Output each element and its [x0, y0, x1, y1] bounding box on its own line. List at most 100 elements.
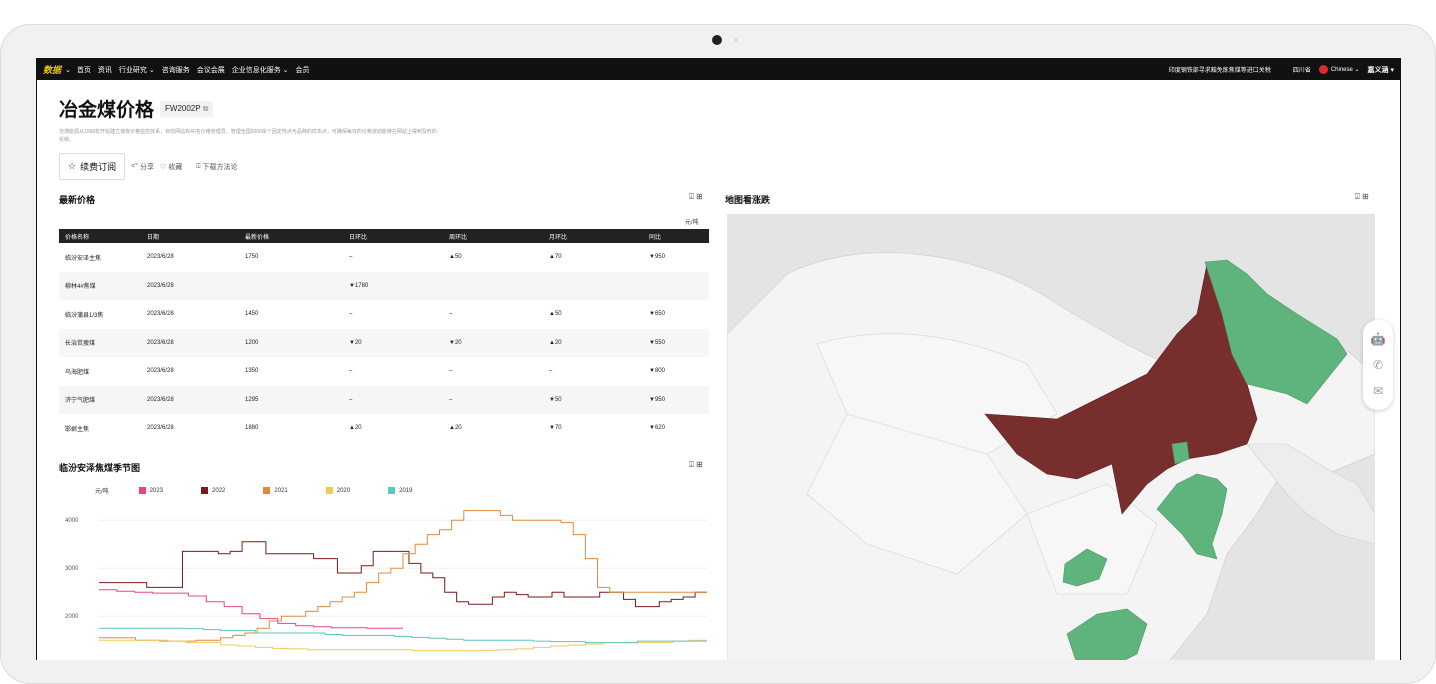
subscribe-label: 续费订阅 — [80, 162, 117, 172]
china-map[interactable] — [727, 214, 1375, 660]
table-row[interactable]: 临汾蒲县1/3焦 2023/6/28 1450 – – ▲50 ▼650 — [59, 300, 709, 329]
table-cell-month — [543, 271, 643, 300]
table-row[interactable]: 长治贫瘦煤 2023/6/28 1200 ▼20 ▼20 ▲20 ▼550 — [59, 328, 709, 357]
table-cell-date: 2023/6/28 — [141, 271, 239, 300]
table-cell-week: – — [449, 368, 453, 375]
download-methodology-button[interactable]: ⍗ 下载方法论 — [196, 162, 237, 172]
col-day[interactable]: 日环比 — [343, 229, 443, 243]
table-cell-date: 2023/6/28 — [141, 328, 239, 357]
table-cell-price: 1750 — [245, 254, 259, 261]
share-button[interactable]: <° 分享 — [131, 162, 154, 172]
map-title: 地图看涨跌 — [725, 195, 771, 205]
page-title: 冶金煤价格 — [59, 100, 155, 121]
flag-icon — [1318, 65, 1328, 74]
table-row[interactable]: 济宁气肥煤 2023/6/28 1295– – ▼50 ▼950 — [59, 385, 709, 414]
browser-screen: 数据 ⌄ 首页 资讯 行业研究 ⌄ 咨询服务 会议会展 企业信息化服务 ⌄ 会员… — [36, 58, 1401, 660]
table-header-row: 价格名称 日期 最新价格 日环比 周环比 月环比 同比 — [59, 229, 709, 243]
grid-icon[interactable]: ⊞ — [696, 192, 703, 201]
favorite-label: 收藏 — [168, 163, 183, 171]
download-label: 下载方法论 — [202, 163, 238, 171]
top-navigation: 数据 ⌄ 首页 资讯 行业研究 ⌄ 咨询服务 会议会展 企业信息化服务 ⌄ 会员… — [37, 59, 1400, 80]
table-cell-year — [643, 271, 709, 300]
nav-item-consulting[interactable]: 咨询服务 — [162, 65, 190, 75]
nav-item-home[interactable]: 首页 — [77, 65, 91, 75]
grid-icon[interactable]: ⊞ — [1362, 192, 1369, 201]
table-row[interactable]: 柳林4#焦煤 2023/6/28 ▼1780 — [59, 271, 709, 300]
table-cell-year: ▼650 — [649, 311, 665, 318]
nav-item-enterprise[interactable]: 企业信息化服务 ⌄ — [232, 65, 289, 75]
table-row[interactable]: 临汾安泽主焦 2023/6/28 1750 – ▲50 ▲70 ▼950 — [59, 243, 709, 272]
y-tick-label: 3000 — [65, 566, 79, 572]
col-week[interactable]: 周环比 — [443, 229, 543, 243]
y-tick-label: 4000 — [65, 518, 79, 524]
price-unit: 元/吨 — [685, 220, 699, 226]
export-icon[interactable]: ⍗ — [1355, 192, 1360, 201]
table-cell-date: 2023/6/28 — [141, 385, 239, 414]
table-cell-day: – — [349, 311, 353, 318]
export-icon[interactable]: ⍗ — [689, 192, 694, 201]
nav-item-research[interactable]: 行业研究 ⌄ — [119, 65, 155, 75]
map-tools: ⍗ ⊞ — [1355, 192, 1369, 202]
col-name[interactable]: 价格名称 — [59, 229, 141, 243]
series-line-2023[interactable] — [99, 589, 403, 629]
table-cell-name: 临汾安泽主焦 — [65, 255, 102, 262]
col-price[interactable]: 最新价格 — [239, 229, 343, 243]
series-line-2019[interactable] — [99, 627, 707, 644]
copy-icon[interactable]: ⧉ — [203, 104, 209, 113]
table-cell-week — [443, 271, 543, 300]
table-cell-date: 2023/6/28 — [147, 425, 174, 432]
table-cell-month: ▼50 — [543, 385, 643, 414]
product-code-badge[interactable]: FW2002P ⧉ — [160, 100, 214, 117]
phone-icon[interactable]: ✆ — [1373, 358, 1383, 372]
table-cell-year: ▼550 — [643, 328, 709, 357]
latest-prices-title: 最新价格 — [59, 195, 96, 205]
table-row[interactable]: 乌海肥煤 2023/6/28 1350 – – – ▼800 — [59, 357, 709, 386]
robot-icon[interactable]: 🤖 — [1371, 332, 1386, 346]
table-cell-year: ▼620 — [649, 425, 665, 432]
table-cell-date: 2023/6/28 — [147, 368, 174, 375]
table-cell-month: ▲20 — [543, 328, 643, 357]
table-cell-name: 乌海肥煤 — [65, 369, 90, 376]
series-line-2022[interactable] — [99, 541, 707, 608]
share-label: 分享 — [139, 163, 154, 171]
table-cell-day: ▼1780 — [343, 271, 443, 300]
page-description: 汾渭能源从1998年开始建立煤炭价格监控体系，目前网站有40名价格管理员，管理全… — [59, 129, 437, 143]
nav-logo-dropdown[interactable]: ⌄ — [65, 66, 71, 74]
table-cell-date: 2023/6/28 — [147, 311, 174, 318]
col-month[interactable]: 月环比 — [543, 229, 643, 243]
series-line-2020[interactable] — [99, 639, 707, 652]
seasonal-chart-title: 临汾安泽焦煤季节图 — [59, 463, 141, 473]
table-cell-week: ▲50 — [449, 254, 462, 261]
table-cell-price: 1350 — [245, 368, 259, 375]
table-cell-year: ▼950 — [649, 254, 665, 261]
y-tick-label: 2000 — [65, 614, 79, 620]
col-date[interactable]: 日期 — [141, 229, 239, 243]
product-code: FW2002P — [165, 103, 201, 113]
table-cell-month: ▼70 — [549, 425, 562, 432]
table-cell-price — [239, 271, 343, 300]
camera-icon — [712, 35, 722, 45]
site-logo[interactable]: 数据 — [43, 63, 61, 76]
seasonal-chart-tools: ⍗ ⊞ — [689, 460, 703, 470]
user-menu[interactable]: 嘉义涵 ▾ — [1368, 65, 1394, 75]
table-cell-day: – — [349, 368, 353, 375]
col-year[interactable]: 同比 — [643, 229, 709, 243]
table-cell-date: 2023/6/28 — [147, 254, 174, 261]
region-selector[interactable]: 四川省 — [1293, 65, 1311, 74]
table-cell-price: 1450 — [245, 311, 259, 318]
subscribe-button[interactable]: ☆ 续费订阅 — [59, 153, 126, 180]
table-cell-week: ▲20 — [449, 425, 462, 432]
table-cell-name: 柳林4#焦煤 — [59, 271, 141, 300]
news-ticker[interactable]: 印度钢铁部寻求豁免炼焦煤等进口关税 — [1169, 65, 1271, 74]
nav-item-conference[interactable]: 会议会展 — [197, 65, 225, 75]
favorite-button[interactable]: ♡ 收藏 — [160, 162, 182, 172]
table-row[interactable]: 邯郸主焦 2023/6/28 1880 ▲20 ▲20 ▼70 ▼620 — [59, 414, 709, 443]
mail-icon[interactable]: ✉ — [1373, 384, 1383, 398]
export-icon[interactable]: ⍗ — [689, 460, 694, 469]
series-line-2021[interactable] — [99, 510, 707, 642]
grid-icon[interactable]: ⊞ — [696, 460, 703, 469]
seasonal-line-chart: 1000200030004000 — [65, 510, 707, 652]
nav-item-membership[interactable]: 会员 — [296, 65, 310, 75]
language-selector[interactable]: Chinese ⌄ — [1318, 65, 1360, 74]
nav-item-news[interactable]: 资讯 — [98, 65, 112, 75]
